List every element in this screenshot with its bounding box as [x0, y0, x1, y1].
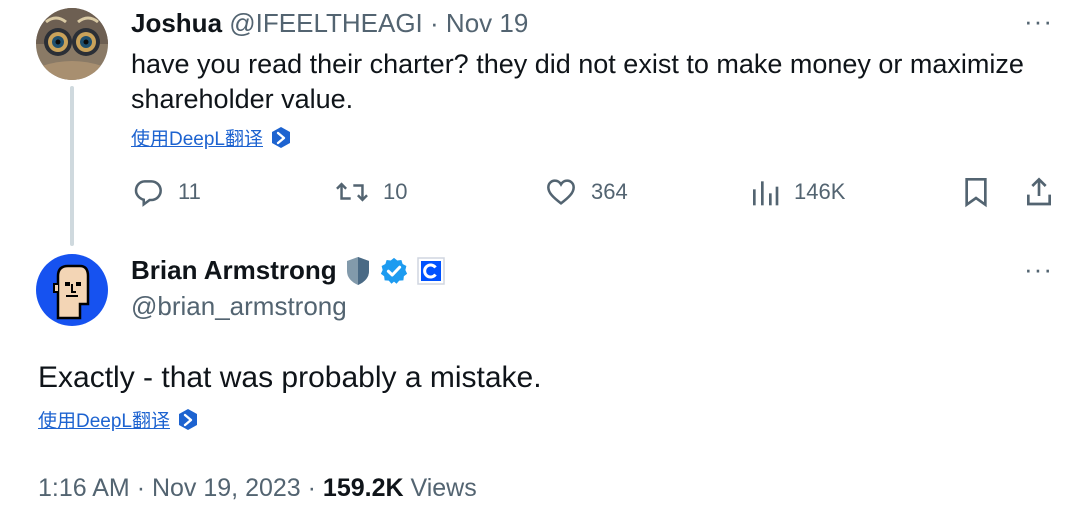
- parent-action-bar: 11 10 364 146K: [130, 176, 1055, 212]
- shield-badge-icon[interactable]: [345, 256, 371, 286]
- parent-handle[interactable]: @IFEELTHEAGI: [229, 8, 423, 38]
- share-button[interactable]: [1024, 176, 1054, 208]
- deepl-icon: [272, 126, 290, 148]
- reply-count: 11: [178, 179, 201, 204]
- retweet-count: 10: [383, 179, 408, 204]
- deepl-icon: [179, 408, 197, 430]
- parent-tweet-header: Joshua @IFEELTHEAGI · Nov 19: [131, 8, 528, 39]
- retweet-button[interactable]: 10: [335, 176, 407, 208]
- bookmark-icon: [965, 178, 987, 208]
- views-count: 146K: [794, 179, 846, 204]
- share-icon: [1027, 177, 1051, 206]
- parent-date[interactable]: Nov 19: [446, 8, 528, 38]
- bookmark-button[interactable]: [962, 176, 990, 208]
- like-button[interactable]: 364: [545, 176, 628, 208]
- verified-badge-icon[interactable]: [379, 256, 409, 286]
- reply-icon: [134, 180, 162, 207]
- tweet-date[interactable]: Nov 19, 2023: [152, 474, 301, 502]
- retweet-icon: [336, 182, 368, 202]
- thread-connector-line: [70, 86, 74, 246]
- main-more-button[interactable]: ···: [1024, 254, 1053, 285]
- main-name-row: Brian Armstrong: [131, 255, 445, 286]
- parent-avatar-image: [36, 8, 108, 80]
- main-avatar[interactable]: [36, 254, 108, 326]
- like-count: 364: [591, 179, 628, 204]
- tweet-views-count: 159.2K: [322, 474, 404, 502]
- main-translate-link[interactable]: 使用DeepL翻译: [38, 406, 198, 433]
- parent-translate-label: 使用DeepL翻译: [131, 129, 263, 150]
- tweet-time[interactable]: 1:16 AM: [38, 474, 130, 502]
- main-translate-label: 使用DeepL翻译: [38, 411, 170, 432]
- parent-display-name[interactable]: Joshua: [131, 8, 222, 38]
- main-handle[interactable]: @brian_armstrong: [131, 291, 347, 322]
- parent-translate-link[interactable]: 使用DeepL翻译: [131, 124, 291, 151]
- reply-button[interactable]: 11: [132, 176, 201, 208]
- coinbase-affiliate-icon[interactable]: [416, 256, 445, 285]
- main-tweet-text: Exactly - that was probably a mistake.: [38, 361, 542, 394]
- parent-tweet-text: have you read their charter? they did no…: [131, 49, 1024, 114]
- parent-avatar[interactable]: [36, 8, 108, 80]
- views-button[interactable]: 146K: [750, 176, 845, 208]
- main-avatar-image: [36, 254, 108, 326]
- main-display-name[interactable]: Brian Armstrong: [131, 255, 337, 286]
- header-separator: ·: [430, 8, 439, 38]
- tweet-views-label: Views: [410, 474, 477, 502]
- main-tweet-meta: 1:16 AM · Nov 19, 2023 · 159.2K Views: [38, 474, 477, 503]
- views-chart-icon: [753, 181, 779, 206]
- meta-separator: ·: [136, 474, 146, 502]
- heart-icon: [547, 179, 575, 205]
- parent-more-button[interactable]: ···: [1024, 6, 1053, 37]
- meta-separator-2: ·: [307, 474, 316, 502]
